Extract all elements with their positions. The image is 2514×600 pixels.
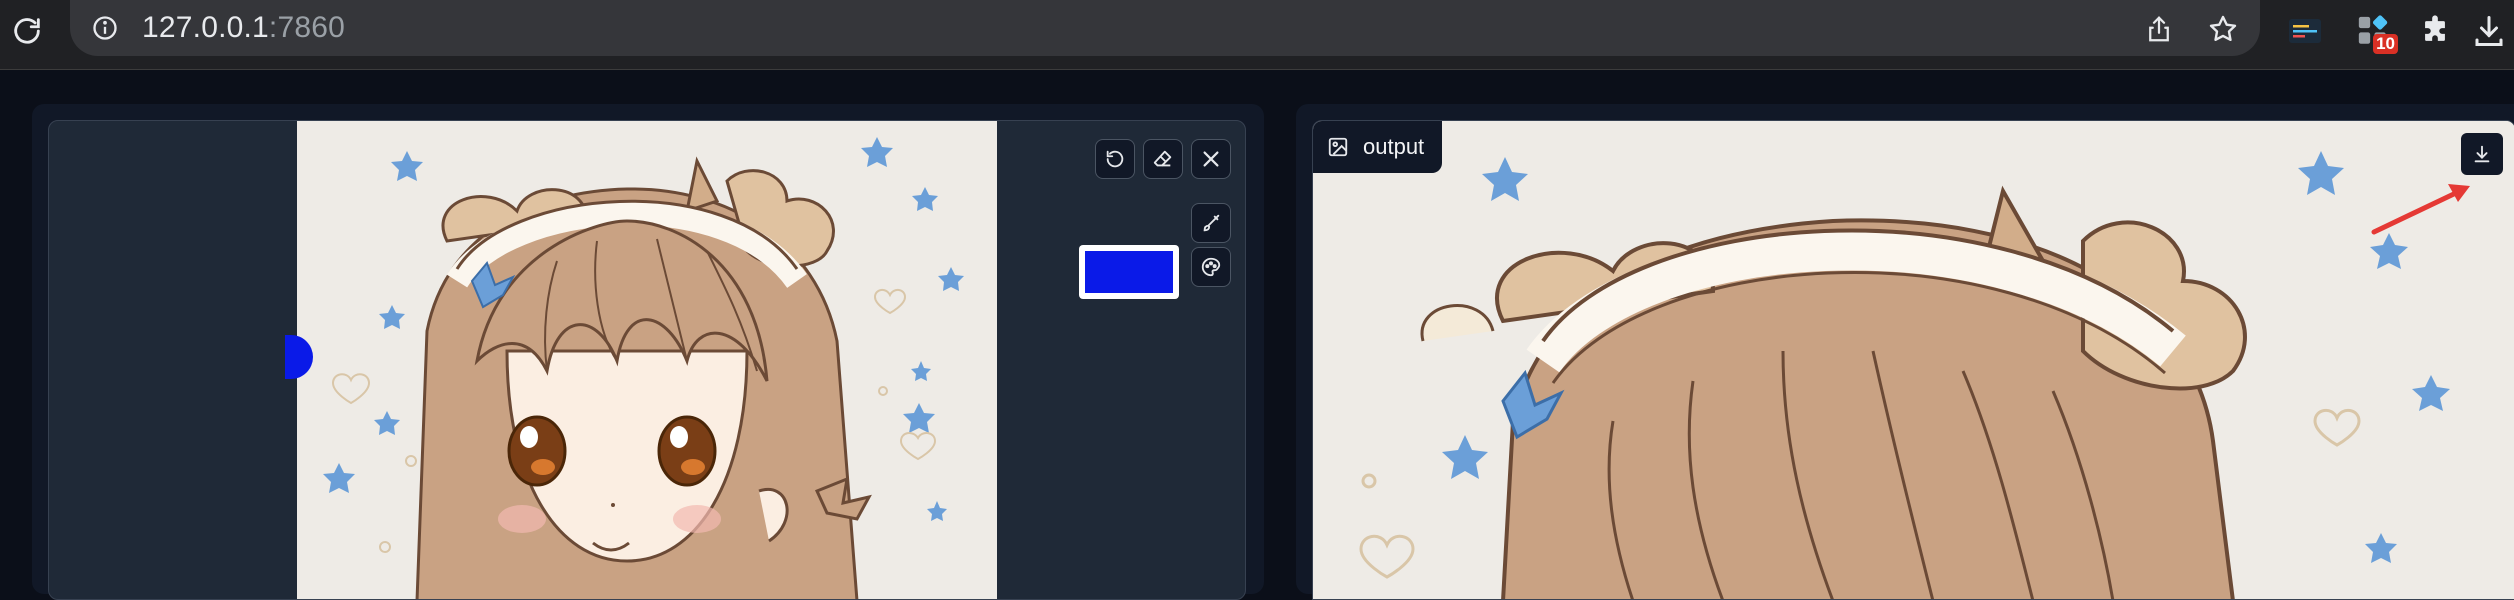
brush-color-fill (1085, 251, 1173, 293)
eraser-icon (1153, 150, 1172, 167)
input-image[interactable] (297, 121, 997, 599)
url-port: :7860 (268, 11, 345, 44)
brush-color-swatch[interactable] (1079, 245, 1179, 299)
url-host: 127.0.0.1 (142, 11, 269, 44)
close-icon (1203, 151, 1219, 167)
url-text: 127.0.0.1:7860 (142, 11, 345, 45)
output-label: output (1313, 121, 1443, 173)
image-editor[interactable] (48, 120, 1246, 600)
extension-badge: 10 (2373, 34, 2398, 54)
color-picker-button[interactable] (1191, 247, 1231, 287)
bookmark-star-icon[interactable] (2204, 10, 2242, 48)
output-illustration (1313, 121, 2514, 599)
download-icon (2474, 145, 2490, 163)
address-bar[interactable]: 127.0.0.1:7860 (70, 0, 2260, 56)
download-button[interactable] (2461, 133, 2503, 175)
annotation-arrow (2371, 184, 2470, 235)
extension-grid-icon[interactable]: 10 (2352, 10, 2398, 54)
share-icon[interactable] (2140, 10, 2178, 48)
site-info-icon[interactable] (90, 13, 120, 43)
output-label-text: output (1363, 134, 1425, 159)
brush-button[interactable] (1191, 203, 1231, 243)
downloads-icon[interactable] (2468, 10, 2510, 52)
palette-icon (1201, 257, 1221, 277)
output-image-panel: output (1312, 120, 2514, 600)
browser-toolbar: 127.0.0.1:7860 10 (0, 0, 2514, 70)
brush-icon (1203, 214, 1220, 232)
undo-button[interactable] (1095, 139, 1135, 179)
reload-icon[interactable] (6, 10, 48, 52)
anime-girl-illustration (297, 121, 997, 599)
extension-tagspaces-icon[interactable] (2284, 10, 2326, 52)
clear-button[interactable] (1191, 139, 1231, 179)
eraser-button[interactable] (1143, 139, 1183, 179)
extensions-puzzle-icon[interactable] (2414, 10, 2456, 52)
undo-icon (1106, 150, 1124, 168)
image-icon (1328, 137, 1348, 157)
